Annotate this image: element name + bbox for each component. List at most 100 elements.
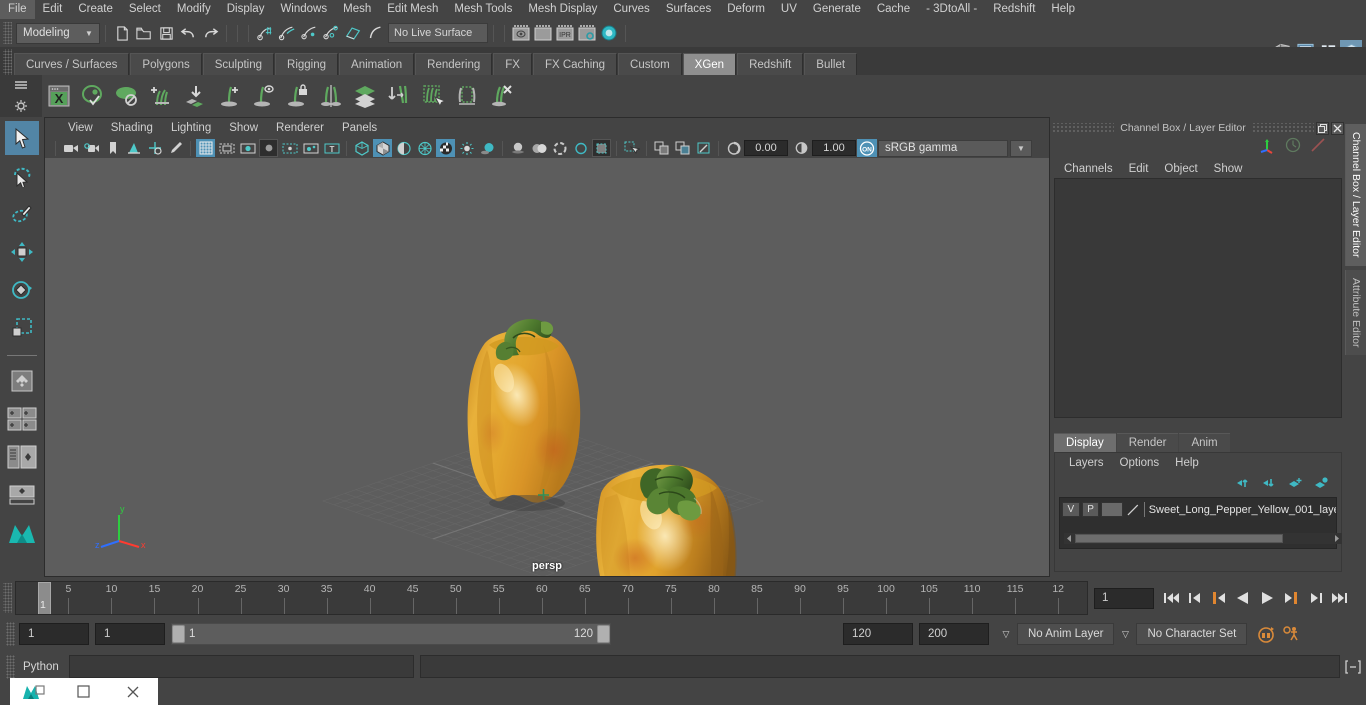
xgen-layers-icon[interactable] — [349, 80, 381, 112]
multisample-aa-icon[interactable] — [550, 139, 569, 157]
snap-to-grid-icon[interactable] — [254, 22, 276, 44]
dock-tab-channel-box[interactable]: Channel Box / Layer Editor — [1345, 124, 1366, 266]
menu-item-surfaces[interactable]: Surfaces — [658, 0, 719, 19]
xgen-delete-guide-icon[interactable] — [485, 80, 517, 112]
menu-item-generate[interactable]: Generate — [805, 0, 869, 19]
ipr-render-icon[interactable]: IPR — [554, 22, 576, 44]
xgen-lock-guide-icon[interactable] — [281, 80, 313, 112]
lasso-select-tool[interactable] — [5, 159, 39, 193]
command-language-label[interactable]: Python — [17, 661, 69, 673]
step-forward-key-icon[interactable] — [1280, 587, 1302, 609]
shelf-settings-icon[interactable] — [14, 99, 28, 113]
panel-grip-right[interactable] — [1251, 123, 1314, 133]
layer-name[interactable]: Sweet_Long_Pepper_Yellow_001_laye — [1149, 504, 1336, 516]
play-backwards-icon[interactable] — [1232, 587, 1254, 609]
grid-toggle-icon[interactable] — [196, 139, 215, 157]
xgen-editor-icon[interactable]: X — [43, 80, 75, 112]
bookmark-icon[interactable] — [103, 139, 122, 157]
shadows-icon[interactable] — [478, 139, 497, 157]
menu-item-create[interactable]: Create — [70, 0, 121, 19]
new-scene-icon[interactable] — [111, 22, 133, 44]
chevron-down-icon-2[interactable]: ▽ — [1114, 623, 1136, 645]
display-layers-icon[interactable] — [673, 139, 692, 157]
channel-menu-object[interactable]: Object — [1156, 158, 1205, 180]
restore-icon[interactable] — [1316, 121, 1329, 135]
menu-item-file[interactable]: File — [0, 0, 35, 19]
xgen-region-tool-icon[interactable] — [451, 80, 483, 112]
texture-icon[interactable]: T — [322, 139, 341, 157]
channel-menu-edit[interactable]: Edit — [1121, 158, 1157, 180]
xgen-convert-icon[interactable] — [383, 80, 415, 112]
gate-mask-icon[interactable] — [259, 139, 278, 157]
shelf-tab-bullet[interactable]: Bullet — [804, 53, 858, 75]
menu-item-deform[interactable]: Deform — [719, 0, 773, 19]
maya-app-icon[interactable] — [10, 678, 59, 705]
exposure-value-field[interactable]: 0.00 — [744, 140, 788, 156]
new-layer-from-selected-icon[interactable] — [1314, 477, 1329, 489]
scroll-left-icon[interactable] — [1065, 534, 1074, 543]
move-layer-down-icon[interactable] — [1262, 477, 1277, 489]
menu-item-edit[interactable]: Edit — [35, 0, 71, 19]
play-forwards-icon[interactable] — [1256, 587, 1278, 609]
end-time-field[interactable]: 200 — [919, 623, 989, 645]
status-line-grip[interactable] — [3, 22, 12, 44]
grid-snap-icon[interactable] — [622, 139, 641, 157]
move-layer-up-icon[interactable] — [1236, 477, 1251, 489]
viewport-menu-shading[interactable]: Shading — [102, 118, 162, 138]
film-gate-icon[interactable] — [217, 139, 236, 157]
shelf-tab-polygons[interactable]: Polygons — [130, 53, 202, 75]
command-line-grip[interactable] — [6, 654, 15, 679]
shelf-tab-fx-caching[interactable]: FX Caching — [532, 53, 618, 75]
layer-menu-help[interactable]: Help — [1167, 453, 1207, 474]
checker-texture-icon[interactable] — [436, 139, 455, 157]
speed-icon[interactable] — [1285, 137, 1301, 153]
camera-attributes-icon[interactable] — [82, 139, 101, 157]
smooth-shade-all-icon[interactable] — [373, 139, 392, 157]
panel-grip-left[interactable] — [1052, 123, 1115, 133]
select-camera-icon[interactable] — [61, 139, 80, 157]
viewport-menu-renderer[interactable]: Renderer — [267, 118, 333, 138]
grease-pencil-icon[interactable] — [166, 139, 185, 157]
gamma-value-field[interactable]: 1.00 — [812, 140, 856, 156]
menu-item-windows[interactable]: Windows — [272, 0, 335, 19]
shelf-tab-redshift[interactable]: Redshift — [737, 53, 804, 75]
shelf-tab-rigging[interactable]: Rigging — [275, 53, 339, 75]
shelf-tab-rendering[interactable]: Rendering — [415, 53, 493, 75]
range-slider-grip[interactable] — [6, 622, 15, 646]
redo-render-icon[interactable] — [532, 22, 554, 44]
close-icon[interactable] — [109, 678, 158, 705]
script-editor-icon[interactable] — [1343, 657, 1363, 677]
viewport-menu-panels[interactable]: Panels — [333, 118, 386, 138]
layer-list-hscrollbar[interactable] — [1064, 533, 1342, 544]
xgen-import-collection-icon[interactable] — [179, 80, 211, 112]
menu-item-cache[interactable]: Cache — [869, 0, 918, 19]
menu-item-display[interactable]: Display — [219, 0, 273, 19]
isolate-select-icon[interactable] — [592, 139, 611, 157]
command-input-field[interactable] — [68, 655, 414, 678]
menu-item-modify[interactable]: Modify — [169, 0, 219, 19]
playback-start-field[interactable]: 1 — [95, 623, 165, 645]
snap-to-point-icon[interactable] — [298, 22, 320, 44]
scale-tool[interactable] — [5, 311, 39, 345]
snap-to-view-plane-icon[interactable] — [342, 22, 364, 44]
xgen-mirror-guide-icon[interactable] — [315, 80, 347, 112]
chevron-down-icon[interactable]: ▽ — [995, 623, 1017, 645]
layer-tab-render[interactable]: Render — [1116, 433, 1179, 452]
shelf-tab-animation[interactable]: Animation — [339, 53, 415, 75]
playback-end-field[interactable]: 120 — [843, 623, 913, 645]
viewport-menu-show[interactable]: Show — [220, 118, 267, 138]
anim-layer-selector[interactable]: No Anim Layer — [1017, 623, 1115, 645]
step-back-frame-icon[interactable] — [1184, 587, 1206, 609]
maximize-icon[interactable] — [59, 678, 108, 705]
redo-icon[interactable] — [199, 22, 221, 44]
character-set-selector[interactable]: No Character Set — [1136, 623, 1248, 645]
xgen-disable-preview-icon[interactable] — [111, 80, 143, 112]
menu-item-3dtoall[interactable]: - 3DtoAll - — [918, 0, 985, 19]
xgen-add-description-icon[interactable] — [145, 80, 177, 112]
layer-tab-anim[interactable]: Anim — [1179, 433, 1230, 452]
xgen-add-guide-icon[interactable] — [213, 80, 245, 112]
range-handle-right[interactable] — [597, 625, 610, 643]
menu-item-mesh-tools[interactable]: Mesh Tools — [446, 0, 520, 19]
time-slider-grip[interactable] — [3, 583, 12, 613]
four-view-layout[interactable] — [5, 402, 39, 436]
